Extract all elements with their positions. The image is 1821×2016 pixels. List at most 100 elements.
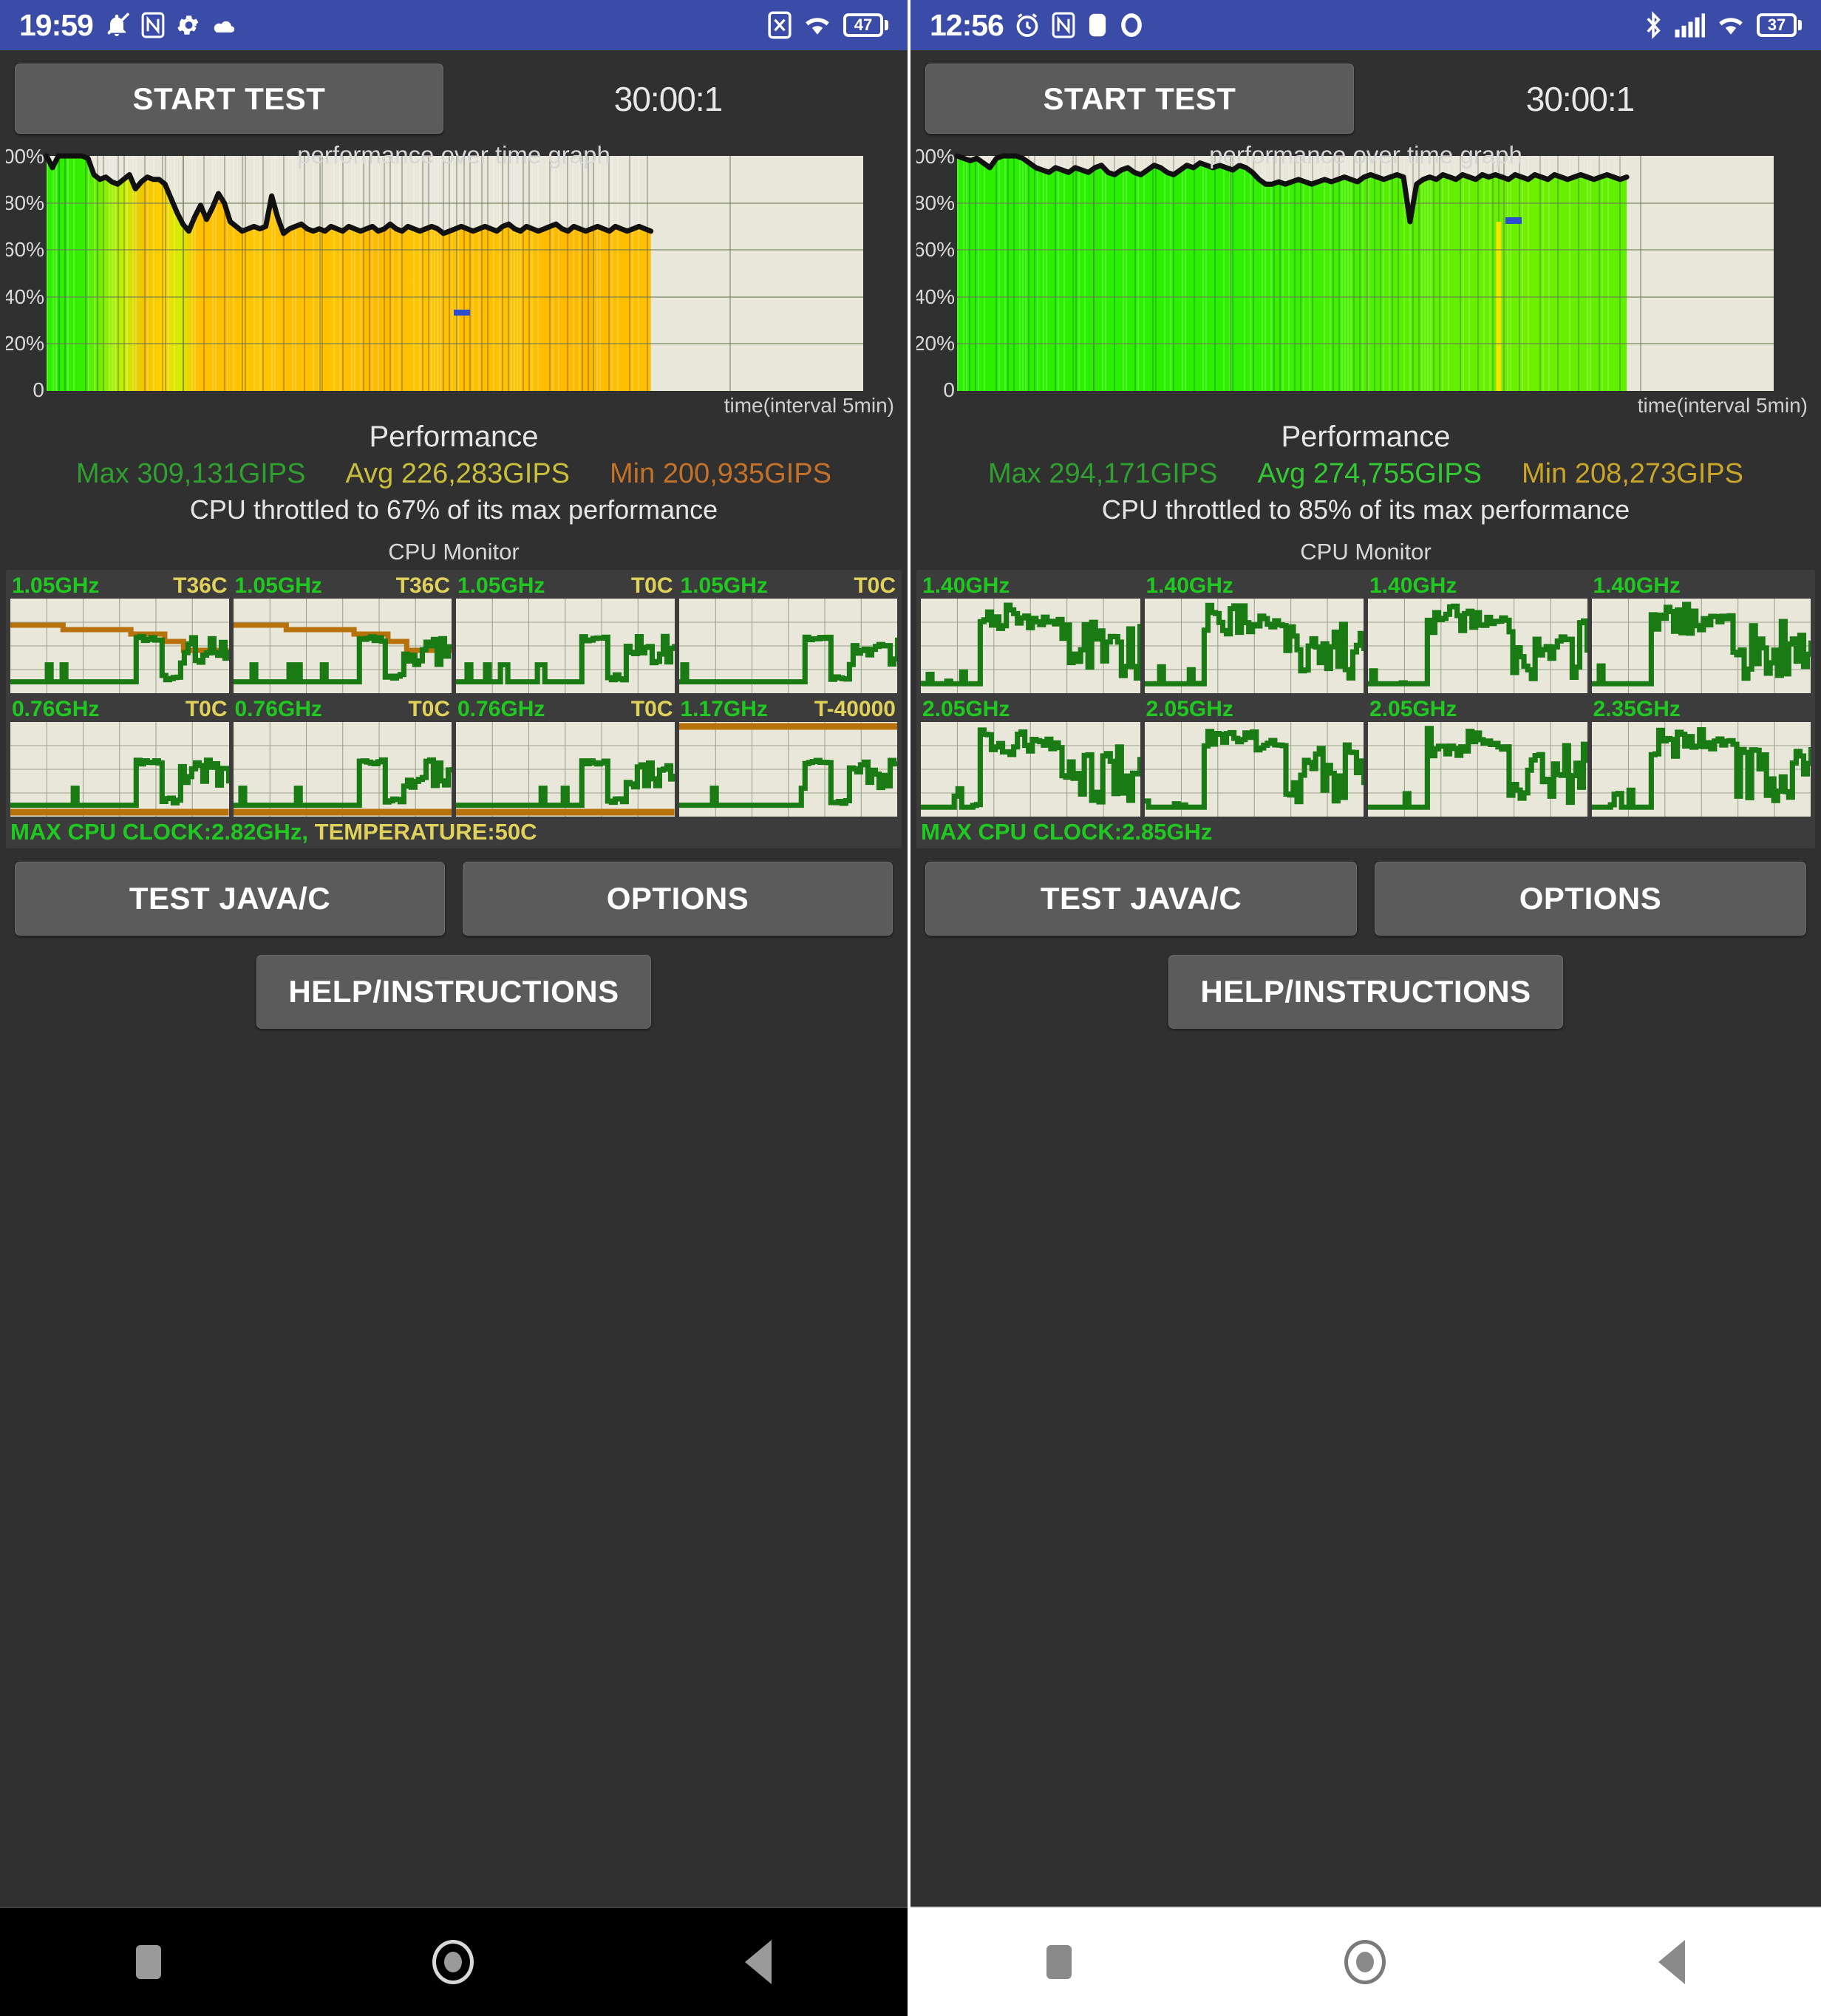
wifi-icon: [1715, 13, 1746, 38]
perf-min: Min 200,935GIPS: [610, 458, 831, 489]
cpu-core-cell: 2.05GHz: [1144, 698, 1364, 817]
recents-icon[interactable]: [1046, 1945, 1072, 1979]
cpu-core-labels: 2.05GHz: [1368, 698, 1587, 722]
square-icon: [1086, 12, 1109, 38]
cpu-core-temp: T0C: [408, 698, 450, 721]
performance-summary: Performance Max 294,171GIPS Avg 274,755G…: [910, 413, 1821, 530]
cpu-monitor-title: CPU Monitor: [388, 539, 520, 565]
help-instructions-button[interactable]: HELP/INSTRUCTIONS: [256, 955, 651, 1029]
test-timer: 30:00:1: [1525, 79, 1635, 118]
start-test-button[interactable]: START TEST: [15, 64, 443, 134]
phone-screen-right: 12:56 37 START TEST 30:00:1 performance …: [910, 0, 1821, 2016]
perf-avg: Avg 226,283GIPS: [345, 458, 571, 489]
cpu-core-labels: 1.40GHz: [1592, 574, 1811, 599]
bell-muted-icon: [103, 12, 130, 38]
status-bar: 12:56 37: [910, 0, 1821, 50]
performance-stats-row: Max 294,171GIPS Avg 274,755GIPS Min 208,…: [910, 458, 1821, 490]
svg-text:40%: 40%: [916, 285, 955, 308]
test-java-c-button[interactable]: TEST JAVA/C: [925, 862, 1357, 936]
header-row: START TEST 30:00:1: [0, 50, 908, 140]
cpu-core-grid: 1.05GHz T36C 1.05GHz T36C 1.05GHz T0C 1.05GHz T…: [10, 574, 897, 817]
test-java-c-button[interactable]: TEST JAVA/C: [15, 862, 445, 936]
cpu-core-clock: 2.05GHz: [922, 698, 1010, 721]
cpu-monitor-footer: MAX CPU CLOCK:2.82GHz, TEMPERATURE:50C: [10, 819, 897, 845]
options-button[interactable]: OPTIONS: [463, 862, 893, 936]
svg-text:100%: 100%: [916, 145, 955, 168]
cpu-core-labels: 1.40GHz: [921, 574, 1140, 599]
home-icon[interactable]: [432, 1940, 474, 1984]
perf-min: Min 208,273GIPS: [1522, 458, 1743, 489]
cpu-core-cell: 1.40GHz: [1591, 574, 1811, 693]
cpu-temperature: TEMPERATURE:50C: [314, 819, 537, 845]
cpu-core-cell: 0.76GHz T0C: [10, 698, 229, 817]
cpu-core-temp: T36C: [173, 574, 228, 598]
cpu-core-clock: 1.05GHz: [680, 574, 768, 598]
cpu-core-cell: 2.05GHz: [1368, 698, 1587, 817]
help-instructions-button[interactable]: HELP/INSTRUCTIONS: [1168, 955, 1563, 1029]
navigation-bar: [910, 1907, 1821, 2016]
alarm-icon: [1014, 12, 1041, 38]
cpu-core-labels: 2.35GHz: [1592, 698, 1811, 722]
status-bar-left: 19:59: [19, 8, 236, 43]
svg-text:60%: 60%: [916, 238, 955, 261]
cpu-core-labels: 0.76GHz T0C: [10, 698, 229, 722]
status-bar-left: 12:56: [930, 8, 1144, 43]
recents-icon[interactable]: [135, 1945, 161, 1979]
perf-max: Max 294,171GIPS: [987, 458, 1218, 489]
cpu-monitor-box: 1.40GHz 1.40GHz 1.40GHz 1.40GHz 2.05GHz 2.05G…: [916, 570, 1815, 848]
svg-text:60%: 60%: [6, 238, 44, 261]
cpu-core-labels: 1.05GHz T0C: [679, 574, 898, 599]
action-button-row: TEST JAVA/C OPTIONS: [910, 848, 1821, 936]
cpu-core-clock: 1.40GHz: [1146, 574, 1233, 598]
wifi-6-icon: [802, 13, 833, 38]
cpu-core-cell: 1.05GHz T36C: [233, 574, 452, 693]
cpu-core-temp: T0C: [630, 574, 673, 598]
graph-canvas: 100% 80% 60% 40% 20% 0: [916, 145, 1774, 401]
cpu-core-cell: 1.40GHz: [921, 574, 1140, 693]
svg-text:20%: 20%: [916, 332, 955, 355]
home-icon[interactable]: [1344, 1940, 1386, 1984]
cpu-core-clock: 2.05GHz: [1146, 698, 1233, 721]
cpu-core-labels: 1.40GHz: [1145, 574, 1364, 599]
cpu-core-cell: 1.40GHz: [1144, 574, 1364, 693]
action-button-row: TEST JAVA/C OPTIONS: [0, 848, 908, 936]
help-button-row: HELP/INSTRUCTIONS: [910, 936, 1821, 1029]
signal-bars-icon: [1674, 13, 1705, 38]
perf-max: Max 309,131GIPS: [75, 458, 306, 489]
cpu-core-labels: 1.05GHz T0C: [456, 574, 675, 599]
gear-icon: [176, 13, 201, 38]
cpu-core-labels: 1.05GHz T36C: [10, 574, 229, 599]
throttle-note: CPU throttled to 85% of its max performa…: [1101, 494, 1630, 525]
cpu-core-cell: 0.76GHz T0C: [456, 698, 675, 817]
cpu-core-clock: 1.05GHz: [457, 574, 545, 598]
back-icon[interactable]: [1658, 1940, 1685, 1984]
cpu-core-labels: 1.05GHz T36C: [234, 574, 452, 599]
cpu-core-cell: 1.40GHz: [1368, 574, 1587, 693]
cpu-core-clock: 0.76GHz: [234, 698, 322, 721]
cpu-core-cell: 0.76GHz T0C: [233, 698, 452, 817]
cloud-icon: [211, 16, 236, 35]
cpu-core-labels: 2.05GHz: [1145, 698, 1364, 722]
navigation-bar: [0, 1907, 908, 2016]
options-button[interactable]: OPTIONS: [1375, 862, 1806, 936]
svg-text:40%: 40%: [6, 285, 44, 308]
graph-canvas: 100% 80% 60% 40% 20% 0: [6, 145, 863, 401]
cpu-core-temp: T0C: [854, 574, 896, 598]
cpu-core-clock: 0.76GHz: [12, 698, 100, 721]
start-test-button[interactable]: START TEST: [925, 64, 1354, 134]
cpu-core-temp: T-40000: [814, 698, 896, 721]
graph-marker: [454, 310, 470, 316]
cpu-monitor-footer: MAX CPU CLOCK:2.85GHz: [921, 819, 1811, 845]
cpu-core-cell: 2.05GHz: [921, 698, 1140, 817]
performance-title: Performance: [1281, 420, 1451, 453]
max-cpu-clock: MAX CPU CLOCK:2.85GHz: [921, 819, 1213, 845]
battery-level: 47: [843, 13, 883, 37]
max-cpu-clock: MAX CPU CLOCK:2.82GHz,: [10, 819, 309, 845]
back-icon[interactable]: [745, 1940, 772, 1984]
cpu-core-temp: T0C: [185, 698, 228, 721]
cpu-core-temp: T0C: [630, 698, 673, 721]
cpu-core-cell: 1.05GHz T0C: [678, 574, 898, 693]
cpu-core-clock: 1.17GHz: [680, 698, 768, 721]
cpu-core-cell: 1.17GHz T-40000: [678, 698, 897, 817]
cpu-core-labels: 1.40GHz: [1368, 574, 1587, 599]
